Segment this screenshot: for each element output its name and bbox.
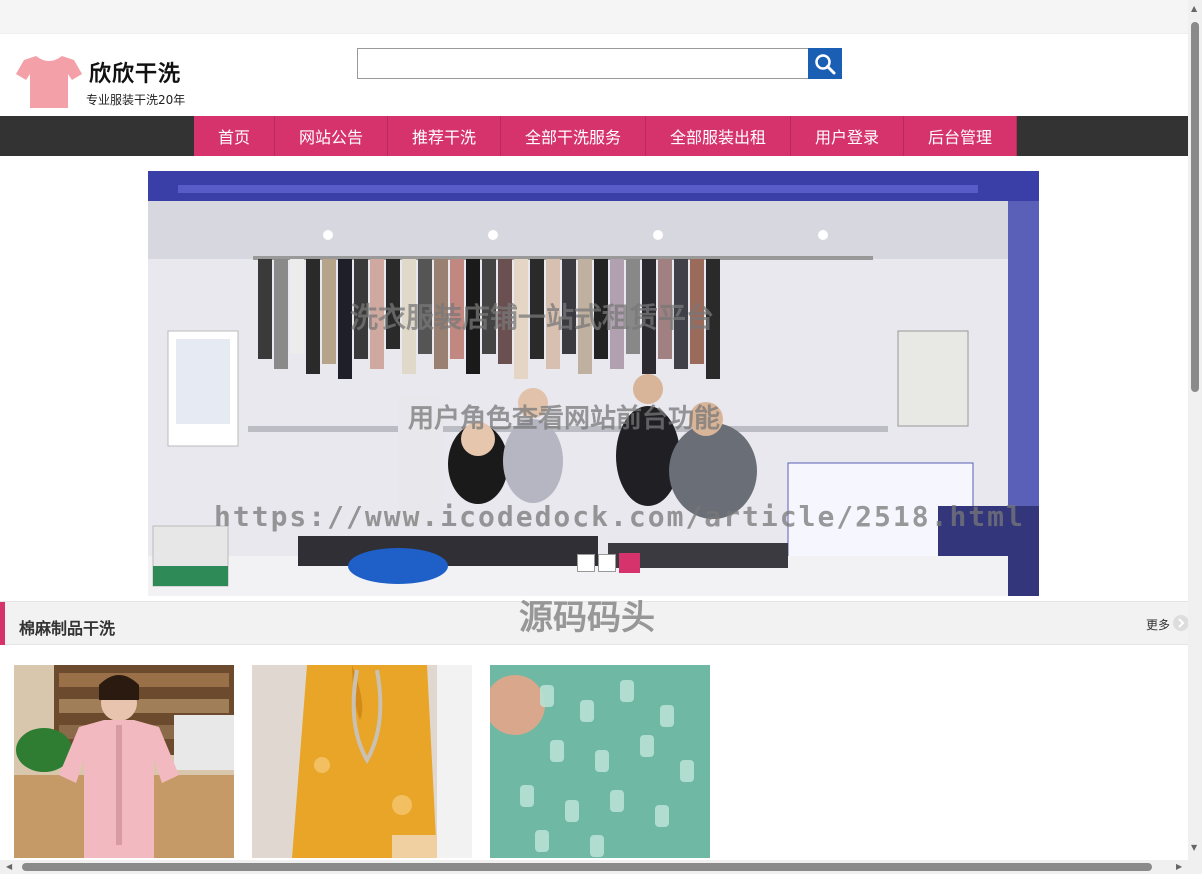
banner-dot-2[interactable] [598, 554, 616, 572]
more-arrow-icon[interactable] [1173, 615, 1189, 631]
top-bar [0, 0, 1188, 34]
scroll-right-icon[interactable]: ▶ [1176, 862, 1182, 871]
nav-item-home[interactable]: 首页 [194, 116, 275, 156]
nav-item-admin[interactable]: 后台管理 [904, 116, 1017, 156]
scroll-up-icon[interactable]: ▲ [1191, 4, 1197, 13]
main-nav: 首页 网站公告 推荐干洗 全部干洗服务 全部服装出租 用户登录 后台管理 [0, 116, 1188, 156]
vertical-scroll-thumb[interactable] [1191, 22, 1199, 392]
search-input[interactable] [357, 48, 809, 79]
site-subtitle: 专业服装干洗20年 [86, 93, 186, 107]
search-button[interactable] [808, 48, 842, 79]
banner-slider[interactable] [148, 171, 1039, 596]
page: 欣欣干洗 专业服装干洗20年 首页 网站公告 推荐干洗 全部干洗服务 全部服装出… [0, 0, 1202, 874]
site-title[interactable]: 欣欣干洗 [89, 56, 181, 88]
product-image [252, 665, 472, 858]
nav-item-announcements[interactable]: 网站公告 [275, 116, 388, 156]
scroll-down-icon[interactable]: ▼ [1191, 843, 1197, 852]
more-link[interactable]: 更多 [1146, 616, 1170, 633]
nav-item-all-rentals[interactable]: 全部服装出租 [646, 116, 791, 156]
header: 欣欣干洗 专业服装干洗20年 [0, 34, 1188, 116]
product-card-2[interactable] [252, 665, 472, 858]
product-card-1[interactable] [14, 665, 234, 858]
product-image [14, 665, 234, 858]
banner-dot-1[interactable] [577, 554, 595, 572]
nav-item-recommended[interactable]: 推荐干洗 [388, 116, 501, 156]
product-card-3[interactable] [490, 665, 710, 858]
horizontal-scroll-thumb[interactable] [22, 863, 1152, 871]
section-title: 棉麻制品干洗 [19, 619, 116, 638]
scroll-left-icon[interactable]: ◀ [6, 862, 12, 871]
search-icon [815, 53, 836, 74]
tshirt-logo-icon [16, 56, 82, 108]
nav-item-user-login[interactable]: 用户登录 [791, 116, 904, 156]
nav-item-all-services[interactable]: 全部干洗服务 [501, 116, 646, 156]
banner-dot-3[interactable] [619, 553, 640, 573]
banner-pager [577, 553, 640, 573]
product-image [490, 665, 710, 858]
banner-image [148, 171, 1039, 596]
nav-list: 首页 网站公告 推荐干洗 全部干洗服务 全部服装出租 用户登录 后台管理 [194, 116, 1017, 156]
section-accent-bar [0, 602, 5, 645]
section-header: 棉麻制品干洗 更多 [0, 601, 1189, 645]
